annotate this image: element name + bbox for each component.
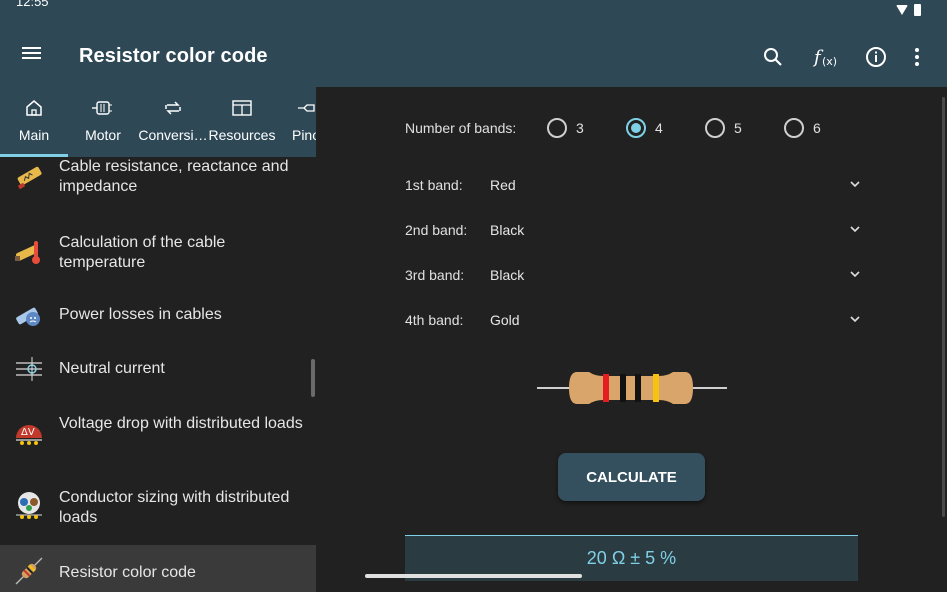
tab-resources[interactable]: Resources (208, 87, 276, 157)
home-icon (23, 99, 45, 117)
resistor-band-4 (653, 374, 659, 402)
conductor-sizing-icon (14, 490, 44, 520)
tab-motor[interactable]: Motor (68, 87, 138, 157)
info-icon[interactable] (863, 44, 889, 70)
list-item-neutral-current[interactable]: Neutral current (0, 349, 316, 389)
band-3-label: 3rd band: (405, 267, 465, 283)
list-item-cable-temperature[interactable]: Calculation of the cable temperature (0, 225, 316, 281)
calculate-button[interactable]: CALCULATE (558, 453, 705, 501)
motor-icon (92, 99, 114, 117)
resistor-band-1 (603, 374, 609, 402)
cable-temperature-icon (14, 237, 44, 267)
power-loss-icon (14, 300, 44, 330)
tab-main[interactable]: Main (0, 87, 68, 157)
voltage-drop-icon: ΔV (14, 416, 44, 446)
status-time: 12:55 (16, 0, 49, 9)
resistor-band-2 (620, 374, 626, 402)
list-item-conductor-sizing[interactable]: Conductor sizing with distributed loads (0, 477, 316, 533)
search-icon[interactable] (760, 44, 786, 70)
tab-pinout[interactable]: Pino (276, 87, 316, 157)
list-item-cable-impedance[interactable]: Cable resistance, reactance and impedanc… (0, 157, 316, 199)
radio-4-bands[interactable]: 4 (626, 118, 663, 138)
svg-text:ΔV: ΔV (21, 427, 35, 438)
list-item-voltage-drop[interactable]: ΔV Voltage drop with distributed loads (0, 403, 316, 459)
resistor-illustration (537, 372, 727, 404)
more-options-icon[interactable] (904, 44, 930, 70)
navigation-panel: Main Motor Conversi… Resources Pino (0, 87, 316, 592)
formula-icon[interactable]: f (x) (812, 44, 838, 70)
band-1-select[interactable]: Red (490, 173, 860, 199)
radio-5-bands[interactable]: 5 (705, 118, 742, 138)
content-scrollbar[interactable] (942, 97, 945, 517)
tab-conversion[interactable]: Conversi… (138, 87, 208, 157)
chevron-down-icon (850, 226, 860, 233)
band-4-label: 4th band: (405, 312, 464, 328)
list-item-power-losses[interactable]: Power losses in cables (0, 295, 316, 335)
neutral-current-icon (14, 354, 44, 384)
menu-icon[interactable] (22, 44, 48, 66)
calculator-panel: Number of bands: 3 4 5 6 1st band: Red 2… (316, 87, 947, 592)
page-title: Resistor color code (79, 45, 268, 67)
category-tabs: Main Motor Conversi… Resources Pino (0, 87, 316, 157)
band-2-select[interactable]: Black (490, 218, 860, 244)
gesture-navigation-bar[interactable] (365, 574, 582, 578)
conversion-icon (162, 99, 184, 117)
band-1-label: 1st band: (405, 177, 463, 193)
chevron-down-icon (850, 316, 860, 323)
band-3-select[interactable]: Black (490, 263, 860, 289)
list-scrollbar[interactable] (311, 359, 315, 397)
resistor-icon (14, 556, 44, 586)
chevron-down-icon (850, 181, 860, 188)
bands-count-label: Number of bands: (405, 120, 517, 136)
wifi-icon (896, 5, 908, 15)
pinout-icon (295, 99, 316, 117)
radio-6-bands[interactable]: 6 (784, 118, 821, 138)
svg-text:(x): (x) (822, 55, 837, 68)
band-4-select[interactable]: Gold (490, 308, 860, 334)
status-bar: 12:55 (0, 0, 947, 20)
radio-3-bands[interactable]: 3 (547, 118, 584, 138)
resources-icon (231, 99, 253, 117)
chevron-down-icon (850, 271, 860, 278)
cable-impedance-icon (14, 162, 44, 192)
list-item-resistor-color-code[interactable]: Resistor color code (0, 545, 316, 592)
resistor-band-3 (635, 374, 641, 402)
band-2-label: 2nd band: (405, 222, 468, 238)
battery-icon (914, 4, 921, 16)
app-bar: 12:55 Resistor color code f (x) (0, 0, 947, 87)
